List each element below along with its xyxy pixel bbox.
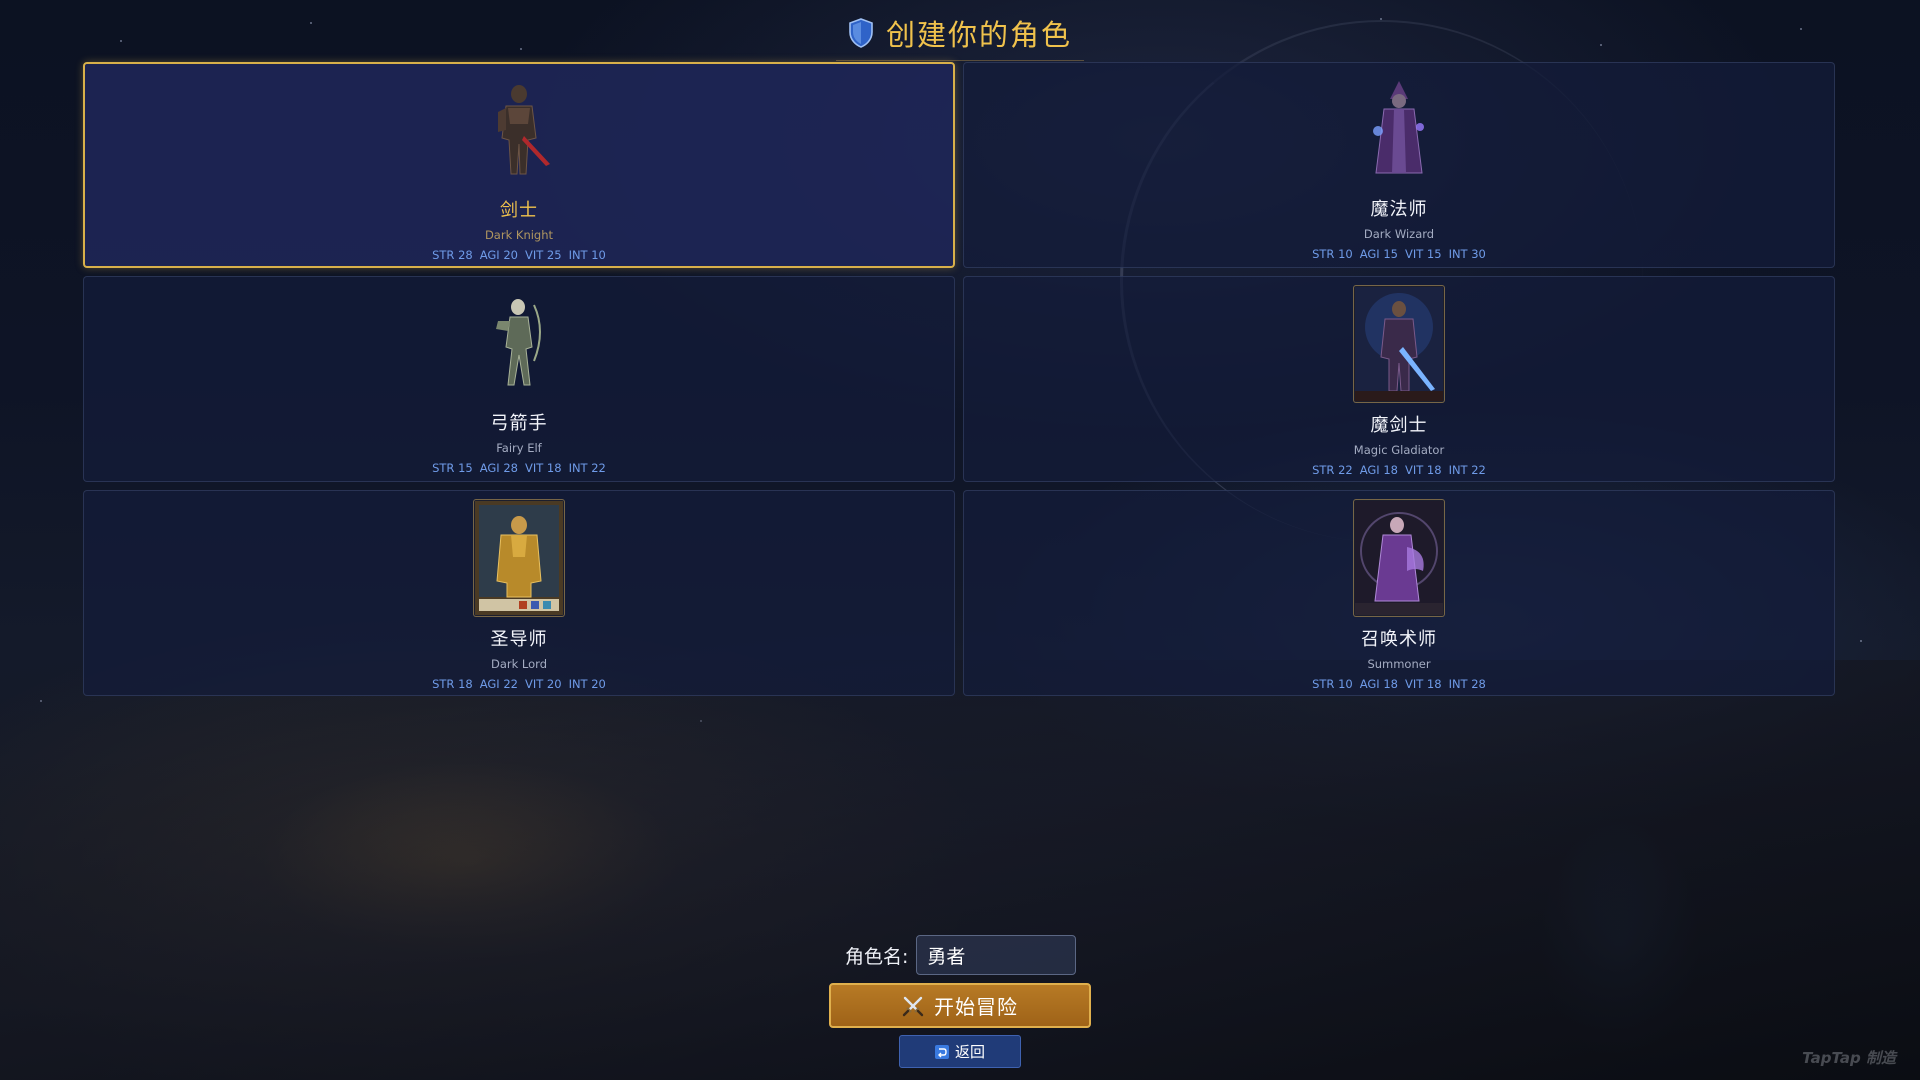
dark-wizard-portrait [1354, 71, 1444, 187]
class-name-en: Dark Wizard [1363, 227, 1435, 241]
start-adventure-label: 开始冒险 [934, 995, 1018, 1019]
class-name-cn: 弓箭手 [490, 413, 548, 434]
class-card-magic-gladiator[interactable]: 魔剑士 Magic Gladiator STR 22 AGI 18 VIT 18… [963, 276, 1835, 482]
stat-agi: AGI 18 [1359, 677, 1398, 691]
class-name-en: Dark Lord [490, 657, 547, 671]
stat-int: INT 10 [568, 248, 606, 262]
class-name-en: Summoner [1367, 657, 1431, 671]
stat-vit: VIT 25 [524, 248, 562, 262]
dark-lord-portrait [473, 499, 565, 617]
character-name-input[interactable] [916, 935, 1077, 975]
back-label: 返回 [954, 1043, 985, 1061]
stat-agi: AGI 18 [1359, 463, 1398, 477]
stat-agi: AGI 28 [479, 461, 518, 475]
taptap-watermark: TapTap 制造 [1802, 1049, 1896, 1067]
stat-str: STR 22 [1312, 463, 1353, 477]
stat-str: STR 10 [1312, 677, 1353, 691]
class-name-cn: 圣导师 [490, 629, 548, 650]
stat-int: INT 30 [1448, 247, 1486, 261]
shield-icon [849, 18, 873, 48]
stat-agi: AGI 20 [479, 248, 518, 262]
class-grid: 剑士 Dark Knight STR 28 AGI 20 VIT 25 INT … [83, 62, 1835, 696]
class-card-fairy-elf[interactable]: 弓箭手 Fairy Elf STR 15 AGI 28 VIT 18 INT 2… [83, 276, 955, 482]
class-stats: STR 10 AGI 18 VIT 18 INT 28 [1312, 677, 1486, 691]
magic-gladiator-portrait [1353, 285, 1445, 403]
class-name-en: Magic Gladiator [1353, 443, 1445, 457]
character-name-label: 角色名: [845, 945, 909, 968]
title-bar: 创建你的角色 [0, 10, 1920, 61]
character-name-row: 角色名: [845, 935, 1077, 975]
class-name-en: Fairy Elf [496, 441, 542, 455]
class-card-dark-knight[interactable]: 剑士 Dark Knight STR 28 AGI 20 VIT 25 INT … [83, 62, 955, 268]
class-stats: STR 22 AGI 18 VIT 18 INT 22 [1312, 463, 1486, 477]
class-name-cn: 魔法师 [1370, 199, 1428, 220]
stat-int: INT 22 [1448, 463, 1486, 477]
crossed-swords-icon [902, 996, 924, 1016]
class-name-cn: 魔剑士 [1370, 415, 1428, 436]
class-stats: STR 10 AGI 15 VIT 15 INT 30 [1312, 247, 1486, 261]
class-stats: STR 28 AGI 20 VIT 25 INT 10 [432, 248, 606, 262]
class-card-summoner[interactable]: 召唤术师 Summoner STR 10 AGI 18 VIT 18 INT 2… [963, 490, 1835, 696]
stat-str: STR 15 [432, 461, 473, 475]
stat-int: INT 28 [1448, 677, 1486, 691]
page-title-text: 创建你的角色 [885, 18, 1072, 52]
start-adventure-button[interactable]: 开始冒险 [829, 983, 1091, 1028]
class-card-dark-wizard[interactable]: 魔法师 Dark Wizard STR 10 AGI 15 VIT 15 INT… [963, 62, 1835, 268]
stat-int: INT 22 [568, 461, 606, 475]
dark-knight-portrait [474, 72, 564, 188]
stat-vit: VIT 15 [1404, 247, 1442, 261]
stat-str: STR 28 [432, 248, 473, 262]
class-stats: STR 18 AGI 22 VIT 20 INT 20 [432, 677, 606, 691]
back-button[interactable]: 返回 [899, 1035, 1021, 1068]
return-icon [934, 1044, 949, 1059]
stat-vit: VIT 18 [1404, 677, 1442, 691]
stat-vit: VIT 18 [524, 461, 562, 475]
stat-vit: VIT 20 [524, 677, 562, 691]
stat-vit: VIT 18 [1404, 463, 1442, 477]
class-name-cn: 召唤术师 [1361, 629, 1437, 650]
class-name-en: Dark Knight [484, 228, 554, 242]
summoner-portrait [1353, 499, 1445, 617]
class-card-dark-lord[interactable]: 圣导师 Dark Lord STR 18 AGI 22 VIT 20 INT 2… [83, 490, 955, 696]
fairy-elf-portrait [474, 285, 564, 401]
page-title: 创建你的角色 [835, 10, 1084, 61]
stat-agi: AGI 22 [479, 677, 518, 691]
stat-str: STR 10 [1312, 247, 1353, 261]
stat-str: STR 18 [432, 677, 473, 691]
stat-int: INT 20 [568, 677, 606, 691]
stat-agi: AGI 15 [1359, 247, 1398, 261]
class-name-cn: 剑士 [500, 200, 538, 221]
class-stats: STR 15 AGI 28 VIT 18 INT 22 [432, 461, 606, 475]
